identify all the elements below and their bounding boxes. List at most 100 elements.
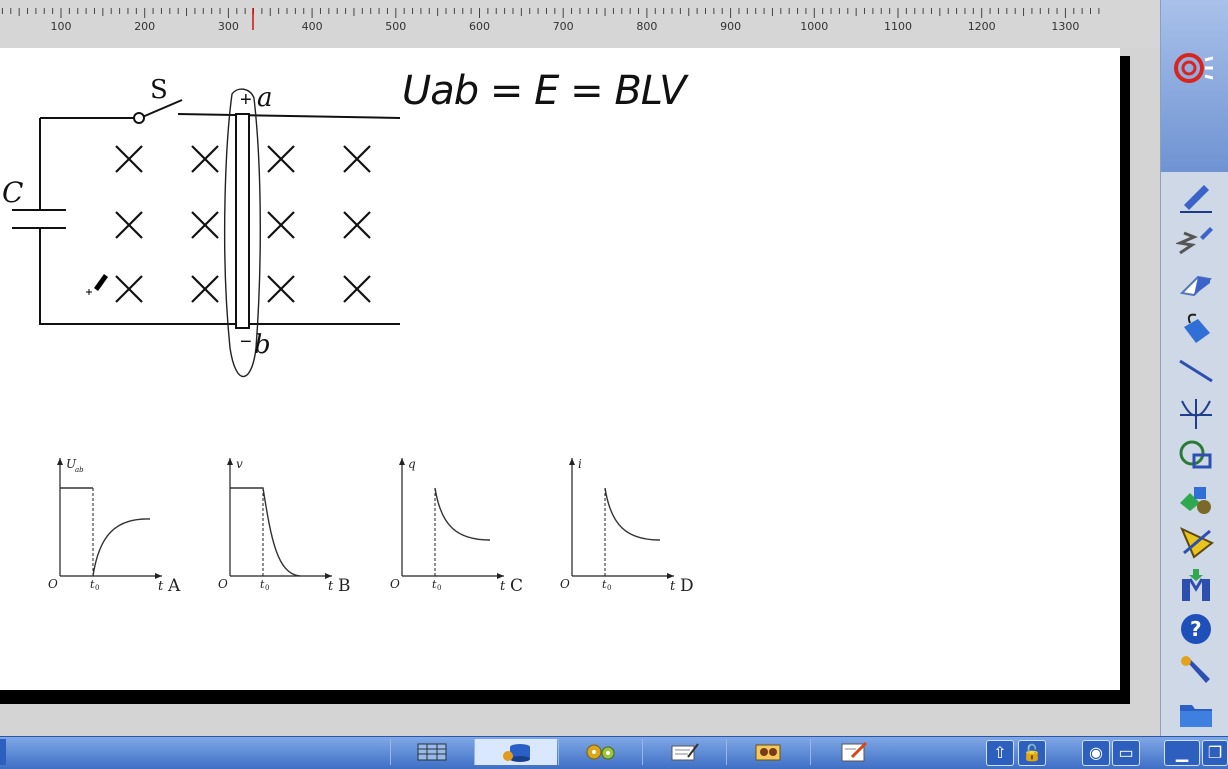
graph-curve: [604, 487, 661, 541]
ruler-label: 1100: [884, 20, 912, 33]
help-icon: ?: [1181, 614, 1211, 644]
conducting-rod: [235, 113, 250, 329]
graph-option-letter: B: [338, 576, 351, 596]
brush-icon: [1176, 227, 1213, 255]
solid-shapes-icon: [1180, 487, 1211, 514]
shape-tool-button[interactable]: [1175, 436, 1217, 474]
help-tool-button[interactable]: ?: [1175, 610, 1217, 648]
capture-button[interactable]: ◉: [1082, 740, 1110, 766]
y-axis-arrow: [57, 458, 63, 465]
answer-graphs: UabO t 0 t AvO t 0 t BqO t 0 t CiO t 0 t D: [48, 457, 694, 596]
tool-sidebar: ?: [1160, 0, 1228, 736]
ruler-tool-button[interactable]: [1175, 522, 1217, 560]
set-square-icon: [1180, 526, 1214, 559]
solid-tool-button[interactable]: [1175, 480, 1217, 518]
line-tool-button[interactable]: [1175, 352, 1217, 390]
taskbar-edge: [0, 739, 6, 765]
top-ruler: 100 200 300 400 500 600 700 800 900 1000 1100 1200 1…: [0, 0, 1160, 49]
graph-t0-subscript: 0: [95, 584, 99, 592]
ruler-label: 500: [385, 20, 406, 33]
minus-sign: −: [240, 331, 252, 353]
eraser-tool-button[interactable]: [1175, 266, 1217, 304]
window-icon: ▭: [1118, 745, 1134, 762]
ruler-scale: 100 200 300 400 500 600 700 800 900 1000 1100 1200 1…: [1, 8, 1100, 33]
graph-option-letter: A: [167, 576, 181, 596]
y-axis-arrow: [569, 458, 575, 465]
graph-y-label: q: [408, 457, 416, 471]
media-icon: [755, 744, 781, 761]
brush-tool-button[interactable]: [1175, 222, 1217, 260]
graph-curve: [230, 487, 301, 577]
notes-button[interactable]: [642, 739, 725, 765]
ruler-label: 100: [51, 20, 72, 33]
lock-button[interactable]: 🔓: [1018, 740, 1046, 766]
restore-icon: ❐: [1207, 745, 1223, 762]
graph-curve: [434, 487, 491, 541]
folder-icon: [1180, 705, 1212, 727]
graph-t-axis-label: t: [500, 579, 506, 594]
eraser-icon: [1179, 275, 1213, 297]
graph-t-axis-label: t: [670, 579, 676, 594]
coordinate-tool-button[interactable]: [1175, 394, 1217, 432]
graph-t0-subscript: 0: [265, 584, 269, 592]
minimize-button[interactable]: ▁: [1164, 740, 1200, 766]
ruler-label: 1000: [800, 20, 828, 33]
ruler-label: 600: [469, 20, 490, 33]
up-arrow-button[interactable]: ⇧: [986, 740, 1014, 766]
gears-icon: [586, 744, 615, 760]
edit-button[interactable]: [810, 739, 897, 765]
handwritten-equation: Uab = E = BLV: [402, 68, 689, 114]
database-button[interactable]: [474, 739, 557, 765]
gears-button[interactable]: [558, 739, 641, 765]
folder-tool-button[interactable]: [1175, 694, 1217, 732]
graph-y-label: i: [578, 457, 582, 471]
fill-tool-button[interactable]: [1175, 310, 1217, 348]
graph-origin-label: O: [48, 577, 58, 591]
graph-t-axis-label: t: [158, 579, 164, 594]
whiteboard-drawing: S C + a − b Uab = E = BLV UabO t 0 t AvO t 0 t B…: [2, 68, 694, 596]
graph-origin-label: O: [560, 577, 570, 591]
bottom-taskbar: ⇧ 🔓 ◉ ▭ ▁ ❐: [0, 736, 1228, 769]
table-icon: [417, 743, 447, 761]
coordinate-axes-icon: [1180, 399, 1212, 429]
graph-y-subscript: ab: [75, 466, 84, 474]
shapes-icon: [1179, 440, 1212, 469]
ruler-label: 200: [134, 20, 155, 33]
notes-icon: [671, 743, 699, 761]
database-icon: [503, 744, 530, 762]
app-logo-icon: [1174, 53, 1213, 83]
insert-icon: [1182, 569, 1210, 601]
media-button[interactable]: [726, 739, 809, 765]
window-button[interactable]: ▭: [1112, 740, 1140, 766]
restore-button[interactable]: ❐: [1202, 740, 1228, 766]
graph-curve: [60, 487, 151, 577]
whiteboard-page[interactable]: S C + a − b Uab = E = BLV Uab Ot 0 t Av Ot 0 t B…: [0, 48, 1120, 690]
graph-t-axis-label: t: [328, 579, 334, 594]
up-arrow-icon: ⇧: [993, 745, 1007, 762]
table-button[interactable]: [390, 739, 473, 765]
graph-t0-subscript: 0: [437, 584, 441, 592]
settings-tool-button[interactable]: [1175, 652, 1217, 690]
pen-tool-button[interactable]: [1175, 178, 1217, 216]
ruler-label: 700: [553, 20, 574, 33]
ruler-label: 300: [218, 20, 239, 33]
capacitor-label: C: [2, 176, 23, 209]
ruler-label: 1300: [1051, 20, 1079, 33]
edit-icon: [841, 741, 868, 762]
ruler-label: 400: [302, 20, 323, 33]
insert-tool-button[interactable]: [1175, 566, 1217, 604]
ruler-label: 900: [720, 20, 741, 33]
switch-label: S: [150, 75, 168, 105]
line-icon: [1179, 359, 1213, 383]
svg-text:?: ?: [1190, 617, 1202, 641]
whiteboard-area[interactable]: S C + a − b Uab = E = BLV Uab Ot 0 t Av Ot 0 t B…: [0, 48, 1160, 736]
minimize-icon: ▁: [1175, 745, 1189, 762]
ruler-label: 1200: [968, 20, 996, 33]
ruler-label: 800: [636, 20, 657, 33]
capture-icon: ◉: [1089, 745, 1103, 762]
pen-icon: [1180, 185, 1212, 213]
graph-t0-subscript: 0: [607, 584, 611, 592]
graph-option-letter: D: [680, 576, 694, 596]
plus-sign: +: [240, 89, 252, 111]
graph-origin-label: O: [390, 577, 400, 591]
